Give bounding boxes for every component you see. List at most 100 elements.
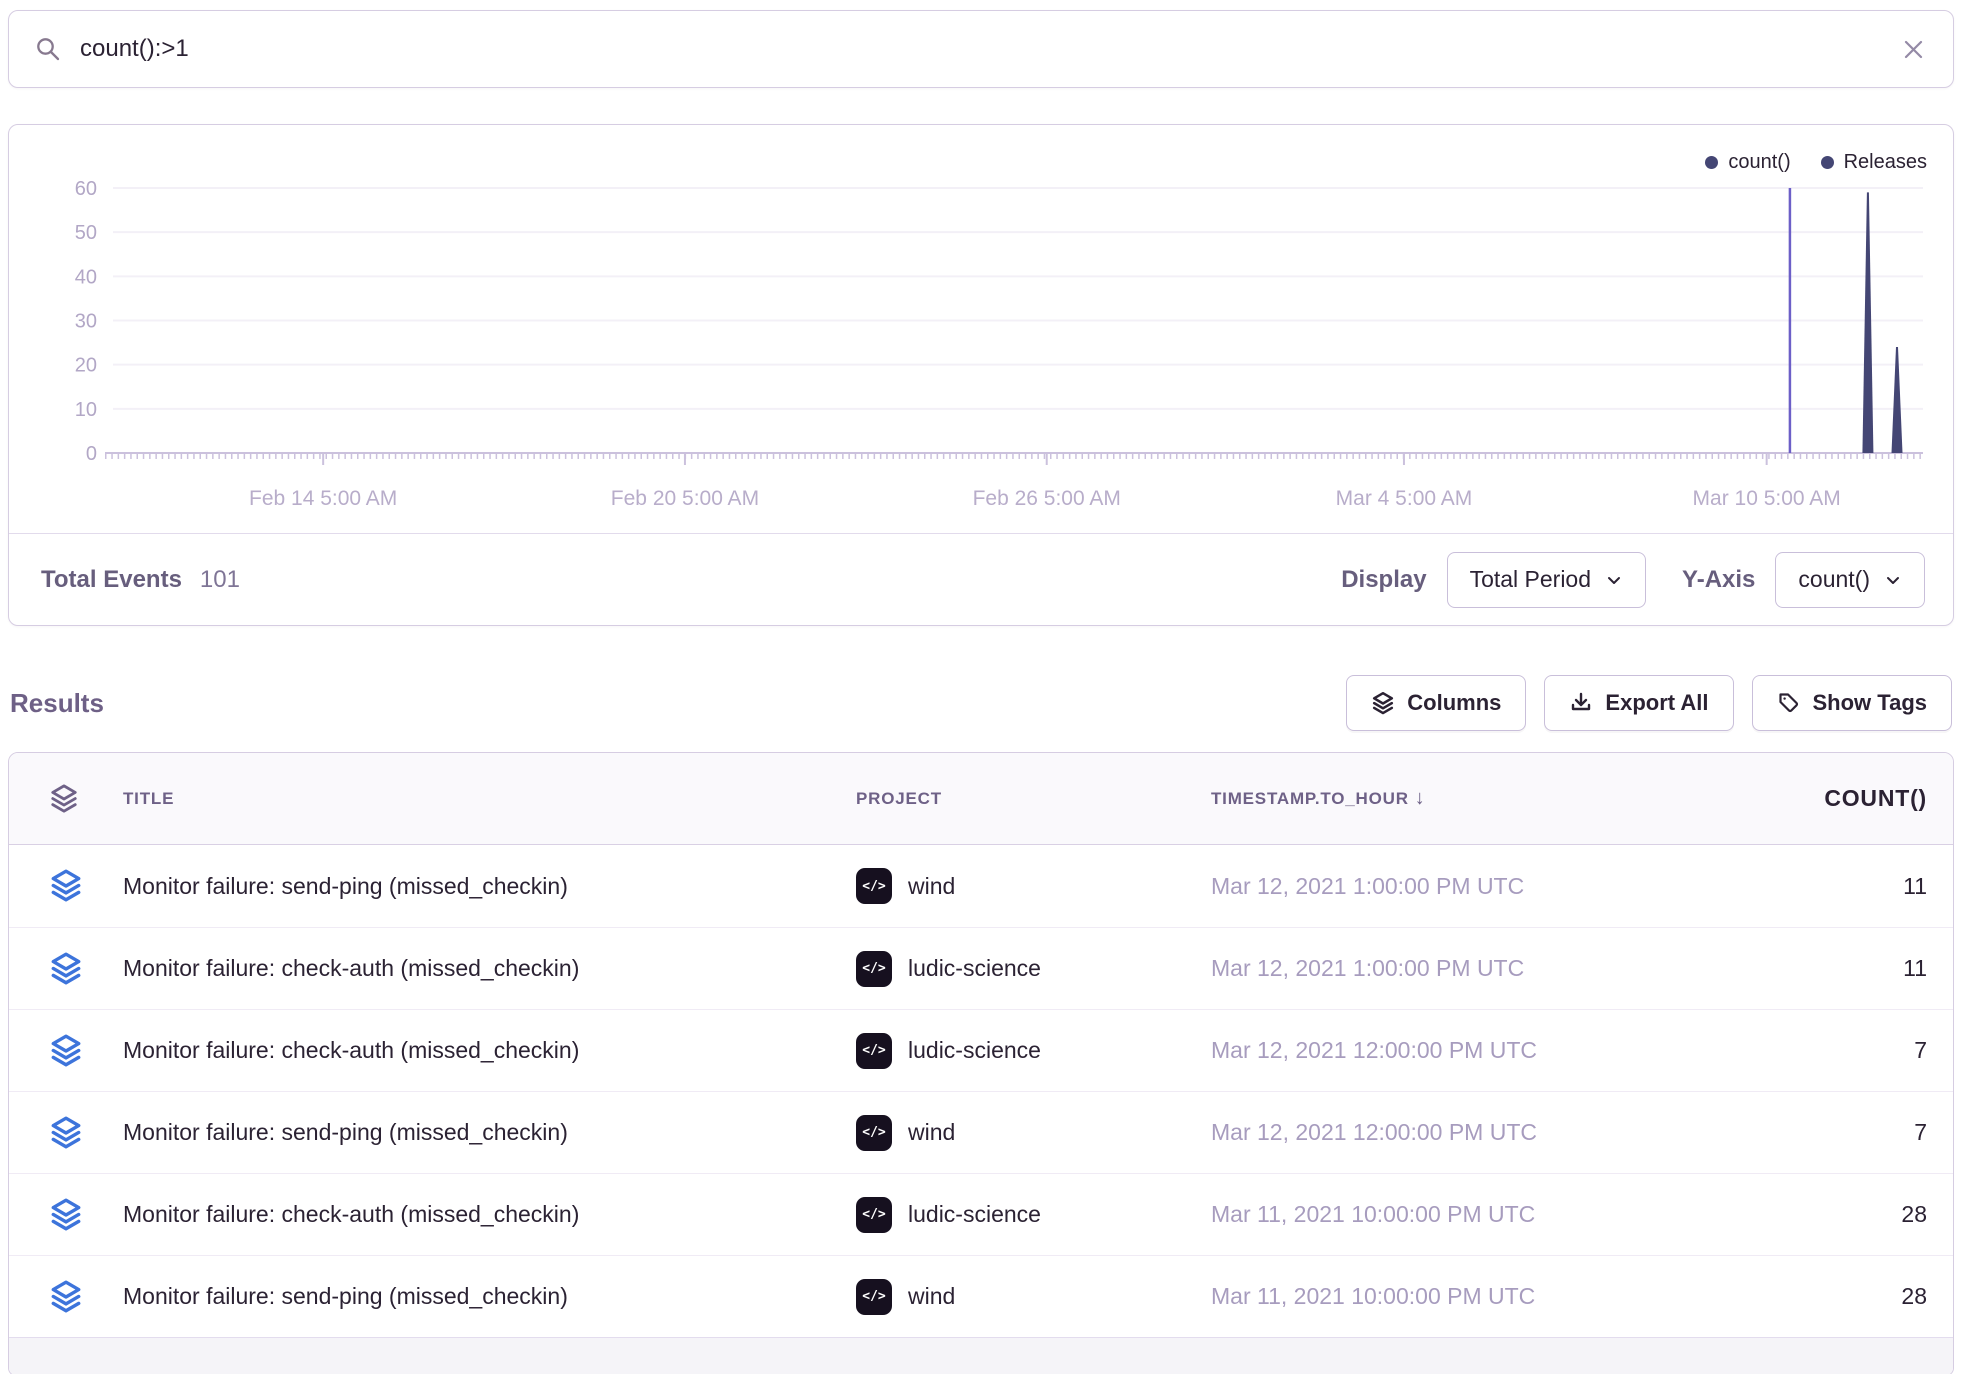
table-row[interactable]: Monitor failure: check-auth (missed_chec… [9,1173,1953,1255]
yaxis-dropdown-value: count() [1798,566,1870,593]
project-platform-icon: </> [856,951,892,987]
results-bar: Results Columns Export All Show Tags [8,674,1954,732]
event-title-link[interactable]: Monitor failure: check-auth (missed_chec… [123,1037,856,1064]
search-input[interactable]: count():>1 [80,35,1900,63]
event-title-link[interactable]: Monitor failure: check-auth (missed_chec… [123,955,856,982]
columns-button[interactable]: Columns [1346,675,1526,731]
yaxis-dropdown[interactable]: count() [1775,552,1925,608]
stack-event-icon[interactable] [49,1033,83,1069]
column-header-timestamp[interactable]: TIMESTAMP.TO_HOUR ↓ [1211,787,1731,810]
chart-controls: Display Total Period Y-Axis count() [1341,552,1925,608]
close-icon[interactable] [1900,36,1927,63]
count-value: 11 [1731,873,1953,900]
project-name: ludic-science [908,1037,1041,1064]
timestamp-value: Mar 12, 2021 1:00:00 PM UTC [1211,955,1731,982]
stack-header-icon[interactable] [49,783,79,815]
results-table: TITLE PROJECT TIMESTAMP.TO_HOUR ↓ COUNT()… [8,752,1954,1374]
stack-event-icon[interactable] [49,1197,83,1233]
total-events: Total Events 101 [41,566,240,594]
svg-text:30: 30 [75,311,97,333]
project-platform-icon: </> [856,1197,892,1233]
table-header-row: TITLE PROJECT TIMESTAMP.TO_HOUR ↓ COUNT() [9,753,1953,845]
count-value: 7 [1731,1037,1953,1064]
table-body: Monitor failure: send-ping (missed_check… [9,845,1953,1337]
project-name: ludic-science [908,955,1041,982]
project-name: wind [908,1283,955,1310]
column-header-count[interactable]: COUNT() [1731,785,1953,812]
display-dropdown-value: Total Period [1470,566,1591,593]
table-row[interactable]: Monitor failure: check-auth (missed_chec… [9,1009,1953,1091]
discover-page: count():>1 count() Releases 0 10 20 30 40 50 6… [0,0,1962,1374]
event-title-link[interactable]: Monitor failure: check-auth (missed_chec… [123,1201,856,1228]
stack-event-icon[interactable] [49,868,83,904]
column-header-project[interactable]: PROJECT [856,789,1211,809]
timestamp-value: Mar 11, 2021 10:00:00 PM UTC [1211,1283,1731,1310]
svg-text:0: 0 [86,443,97,465]
display-label: Display [1341,566,1426,594]
table-row[interactable]: Monitor failure: send-ping (missed_check… [9,1091,1953,1173]
svg-text:40: 40 [75,266,97,288]
chevron-down-icon [1605,571,1623,589]
svg-text:Feb 14 5:00 AM: Feb 14 5:00 AM [249,487,397,510]
sort-descending-icon: ↓ [1415,787,1426,809]
table-row[interactable]: Monitor failure: send-ping (missed_check… [9,1255,1953,1337]
legend-dot-icon [1705,156,1718,169]
legend-label: Releases [1844,151,1927,174]
count-value: 28 [1731,1201,1953,1228]
project-platform-icon: </> [856,1033,892,1069]
count-value: 11 [1731,955,1953,982]
total-events-value: 101 [200,566,240,594]
search-icon [35,36,62,63]
show-tags-button[interactable]: Show Tags [1752,675,1953,731]
search-bar[interactable]: count():>1 [8,10,1954,88]
layers-icon [1371,691,1395,716]
svg-text:Feb 26 5:00 AM: Feb 26 5:00 AM [973,487,1121,510]
count-value: 28 [1731,1283,1953,1310]
timestamp-value: Mar 12, 2021 12:00:00 PM UTC [1211,1119,1731,1146]
results-buttons: Columns Export All Show Tags [1346,675,1952,731]
column-header-title[interactable]: TITLE [123,789,856,809]
project-name: wind [908,873,955,900]
table-row[interactable]: Monitor failure: send-ping (missed_check… [9,845,1953,927]
stack-event-icon[interactable] [49,951,83,987]
show-tags-button-label: Show Tags [1813,690,1928,716]
table-footer [9,1337,1953,1374]
display-dropdown[interactable]: Total Period [1447,552,1646,608]
yaxis-label: Y-Axis [1682,566,1755,594]
timestamp-header-label: TIMESTAMP.TO_HOUR [1211,789,1409,808]
chart-area: count() Releases 0 10 20 30 40 50 60 Feb 14 5:0… [9,125,1953,533]
project-platform-icon: </> [856,868,892,904]
stack-event-icon[interactable] [49,1115,83,1151]
chart-footer: Total Events 101 Display Total Period Y-… [9,533,1953,625]
svg-text:Feb 20 5:00 AM: Feb 20 5:00 AM [611,487,759,510]
export-all-button-label: Export All [1605,690,1708,716]
columns-button-label: Columns [1407,690,1501,716]
export-all-button[interactable]: Export All [1544,675,1733,731]
svg-text:Mar 4 5:00 AM: Mar 4 5:00 AM [1336,487,1473,510]
svg-text:50: 50 [75,222,97,244]
table-row[interactable]: Monitor failure: check-auth (missed_chec… [9,927,1953,1009]
event-title-link[interactable]: Monitor failure: send-ping (missed_check… [123,1283,856,1310]
total-events-label: Total Events [41,566,182,594]
results-title: Results [10,688,104,719]
legend-dot-icon [1821,156,1834,169]
project-platform-icon: </> [856,1115,892,1151]
chart-legend: count() Releases [1705,151,1927,174]
legend-item-releases[interactable]: Releases [1821,151,1927,174]
legend-item-count[interactable]: count() [1705,151,1790,174]
event-title-link[interactable]: Monitor failure: send-ping (missed_check… [123,873,856,900]
chevron-down-icon [1884,571,1902,589]
timestamp-value: Mar 12, 2021 1:00:00 PM UTC [1211,873,1731,900]
event-title-link[interactable]: Monitor failure: send-ping (missed_check… [123,1119,856,1146]
download-icon [1569,691,1593,715]
legend-label: count() [1728,151,1790,174]
svg-text:60: 60 [75,178,97,200]
project-name: wind [908,1119,955,1146]
project-name: ludic-science [908,1201,1041,1228]
svg-text:20: 20 [75,355,97,377]
count-over-time-chart: 0 10 20 30 40 50 60 Feb 14 5:00 AM Feb 20 5:00 A… [9,125,1953,533]
stack-event-icon[interactable] [49,1279,83,1315]
tag-icon [1777,691,1801,715]
project-platform-icon: </> [856,1279,892,1315]
svg-text:10: 10 [75,399,97,421]
